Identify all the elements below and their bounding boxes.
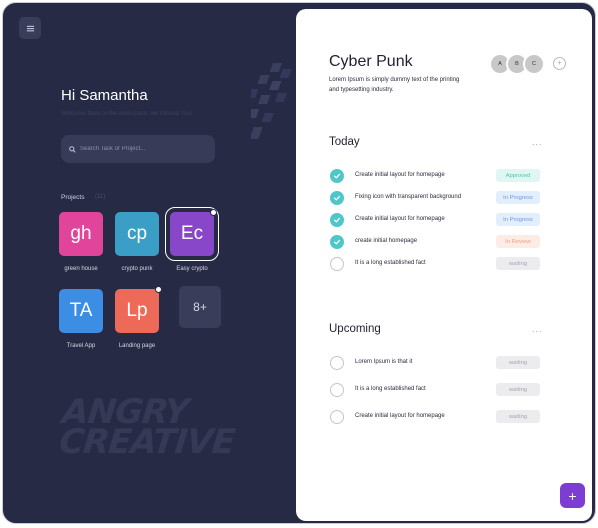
welcome-text: Welcome back to the workspace, we missed… [61,111,193,117]
today-more-button[interactable]: ... [532,137,543,147]
project-title: Cyber Punk [329,53,413,70]
project-tile-landing-page[interactable]: Lp Landing page [109,286,165,349]
search-icon [69,145,76,153]
unchecked-checkbox[interactable] [330,410,344,424]
task-text: create initial homepage [355,238,418,244]
task-row[interactable]: create initial homepage In Review [330,234,542,250]
status-badge: In Progress [496,213,540,226]
project-avatar: TA [59,289,103,333]
unchecked-checkbox[interactable] [330,383,344,397]
upcoming-heading: Upcoming [329,323,381,335]
add-task-button[interactable]: + [560,483,585,508]
project-tile-crypto-punk[interactable]: cp crypto punk [109,212,165,272]
member-avatars: A B C + [489,53,566,75]
project-initials: cp [126,223,148,244]
projects-count: (11) [95,194,106,200]
notification-dot [155,286,162,293]
brand-line-2: CREATIVE [57,422,237,462]
checked-checkbox[interactable] [330,169,344,183]
task-text: Fixing icon with transparent background [355,194,462,200]
project-initials: Ec [180,223,204,244]
greeting-heading: Hi Samantha [61,87,148,104]
menu-button[interactable] [19,17,41,39]
project-tile-travel-app[interactable]: TA Travel App [53,289,109,349]
check-icon [333,173,341,179]
task-row[interactable]: Fixing icon with transparent background I… [330,190,542,206]
project-avatar: Ec [165,207,219,261]
app-window: Hi Samantha Welcome back to the workspac… [2,2,596,524]
task-text: It is a long established fact [355,260,426,266]
upcoming-more-button[interactable]: ... [532,324,543,334]
project-initials: Lp [126,300,148,321]
task-row[interactable]: It is a long established fact waiting [330,382,542,398]
task-row[interactable]: Lorem Ipsum is that it waiting [330,355,542,371]
project-name: crypto punk [121,266,153,272]
status-badge: Approved [496,169,540,182]
search-box[interactable] [61,135,215,163]
project-initials: gh [70,223,92,244]
checked-checkbox[interactable] [330,235,344,249]
checked-checkbox[interactable] [330,213,344,227]
menu-icon [26,25,34,31]
task-text: It is a long established fact [355,386,426,392]
status-badge: waiting [496,356,540,369]
project-panel: Cyber Punk Lorem Ipsum is simply dummy t… [296,9,592,521]
unchecked-checkbox[interactable] [330,257,344,271]
project-avatar: gh [59,212,103,256]
status-badge: waiting [496,383,540,396]
avatar[interactable]: C [523,53,545,75]
task-row[interactable]: Create initial layout for homepage waitin… [330,409,542,425]
check-icon [333,217,341,223]
project-name: Landing page [118,343,156,349]
search-input[interactable] [80,146,210,152]
task-text: Create initial layout for homepage [355,413,445,419]
task-row[interactable]: Create initial layout for homepage Approv… [330,168,542,184]
project-avatar: Lp [115,286,162,333]
project-avatar: cp [115,212,159,256]
check-icon [333,195,341,201]
check-icon [333,239,341,245]
status-badge: In Progress [496,191,540,204]
unchecked-checkbox[interactable] [330,356,344,370]
project-name: Travel App [66,343,96,349]
status-badge: waiting [496,257,540,270]
brand-logo: ANGRY CREATIVE [57,392,239,462]
add-member-button[interactable]: + [553,57,566,70]
project-name: green house [64,266,98,272]
task-row[interactable]: Create initial layout for homepage In Pro… [330,212,542,228]
projects-label: Projects [61,194,85,201]
today-heading: Today [329,136,360,148]
task-row[interactable]: It is a long established fact waiting [330,256,542,272]
task-text: Create initial layout for homepage [355,172,445,178]
project-name: Easy crypto [176,266,208,272]
project-description: Lorem Ipsum is simply dummy text of the … [329,77,460,93]
task-text: Lorem Ipsum is that it [355,359,413,365]
more-projects-button[interactable]: 8+ [179,286,221,328]
status-badge: In Review [496,235,540,248]
checked-checkbox[interactable] [330,191,344,205]
project-initials: TA [69,300,93,321]
project-tile-easy-crypto[interactable]: Ec Easy crypto [164,207,220,272]
notification-dot [210,209,217,216]
status-badge: waiting [496,410,540,423]
task-text: Create initial layout for homepage [355,216,445,222]
project-tile-green-house[interactable]: gh green house [53,212,109,272]
